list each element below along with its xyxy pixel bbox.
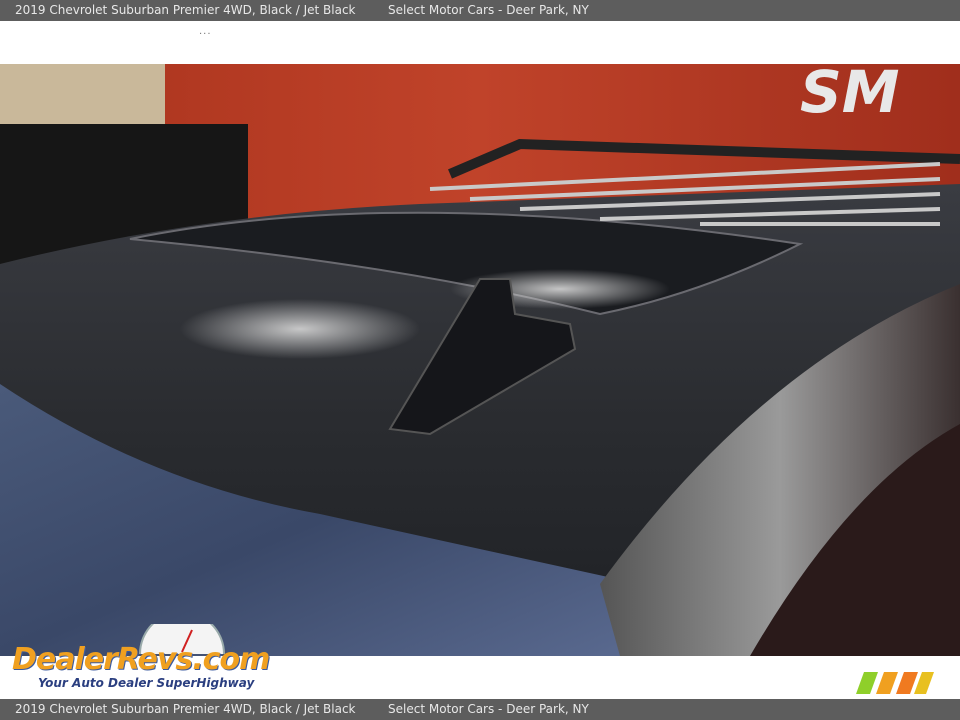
roof-reflection — [180, 299, 420, 359]
dealer-name: Select Motor Cars - Deer Park, NY — [388, 3, 589, 17]
vehicle-photo: SM — [0, 64, 960, 656]
stripes-logo-icon — [856, 672, 934, 694]
wall-sign-letters: SM — [800, 64, 900, 126]
top-caption-bar: 2019 Chevrolet Suburban Premier 4WD, Bla… — [0, 0, 960, 21]
upper-white-strip — [0, 21, 960, 64]
dealerrevs-logo: DealerRevs.com Your Auto Dealer SuperHig… — [12, 624, 272, 694]
brand-name: DealerRevs.com — [12, 642, 270, 677]
dealer-name-footer: Select Motor Cars - Deer Park, NY — [388, 702, 589, 716]
ellipsis-mark: ... — [199, 26, 212, 37]
vehicle-title: 2019 Chevrolet Suburban Premier 4WD, Bla… — [15, 3, 356, 17]
bottom-caption-bar: 2019 Chevrolet Suburban Premier 4WD, Bla… — [0, 699, 960, 720]
brand-tagline: Your Auto Dealer SuperHighway — [38, 676, 255, 690]
vehicle-title-footer: 2019 Chevrolet Suburban Premier 4WD, Bla… — [15, 702, 356, 716]
roof-photo-illustration: SM — [0, 64, 960, 656]
